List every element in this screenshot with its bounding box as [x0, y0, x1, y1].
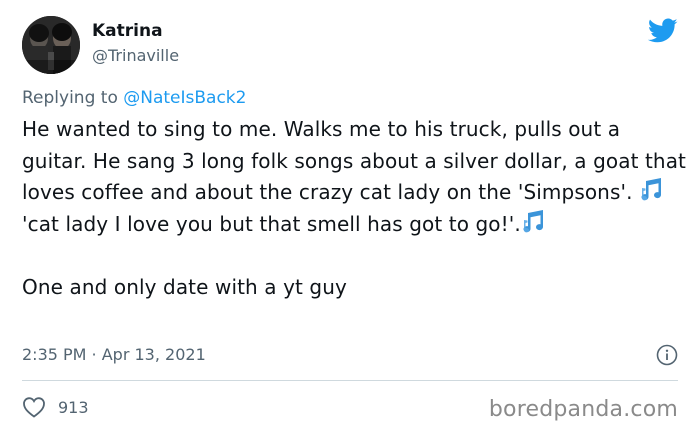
- heart-icon: [23, 397, 45, 418]
- replying-to-label: Replying to: [22, 88, 124, 108]
- tweet-paragraph-2: One and only date with a yt guy: [22, 274, 347, 299]
- avatar[interactable]: [22, 16, 80, 74]
- musical-notes-icon: [523, 209, 543, 232]
- user-handle[interactable]: @Trinaville: [92, 45, 179, 67]
- info-icon[interactable]: [656, 344, 678, 366]
- musical-notes-icon: [641, 178, 661, 201]
- tweet-paragraph-1: He wanted to sing to me. Walks me to his…: [22, 114, 686, 240]
- twitter-bird-icon: [648, 18, 678, 43]
- tweet-text-part-2: 'cat lady I love you but that smell has …: [22, 211, 521, 236]
- tweet-text-part-1: He wanted to sing to me. Walks me to his…: [22, 117, 686, 204]
- divider: [22, 380, 678, 381]
- replying-to: Replying to @NateIsBack2: [22, 86, 246, 110]
- watermark: boredpanda.com: [488, 397, 678, 422]
- tweet-text: He wanted to sing to me. Walks me to his…: [22, 114, 686, 303]
- tweet-timestamp[interactable]: 2:35 PM · Apr 13, 2021: [22, 343, 206, 367]
- tweet-card: Katrina @Trinaville Replying to @NateIsB…: [0, 0, 700, 435]
- display-name[interactable]: Katrina: [92, 20, 163, 42]
- reply-mention-link[interactable]: @NateIsBack2: [123, 88, 246, 108]
- like-count: 913: [58, 397, 89, 417]
- like-button[interactable]: 913: [22, 396, 89, 418]
